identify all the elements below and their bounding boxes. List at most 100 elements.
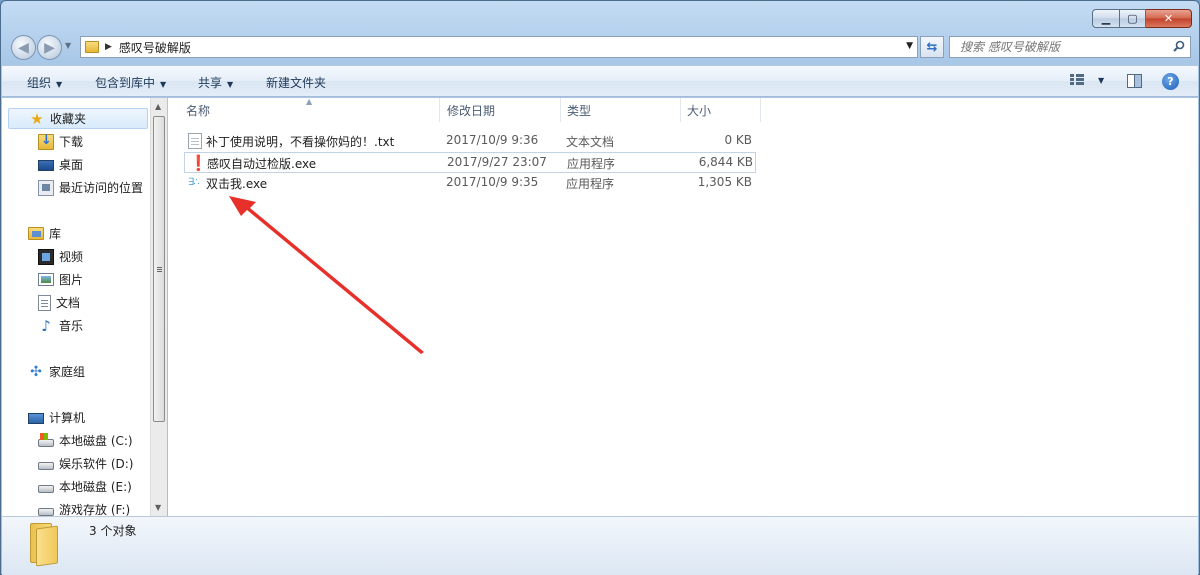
include-in-library-label: 包含到库中 [95, 76, 156, 90]
folder-icon [30, 523, 60, 567]
nav-downloads[interactable]: 下载 [38, 133, 83, 150]
file-type: 应用程序 [566, 177, 615, 191]
nav-documents-label: 文档 [56, 296, 81, 310]
change-view-button[interactable]: ▼ [1070, 74, 1104, 86]
forward-button[interactable]: ▶ [37, 35, 62, 60]
nav-computer[interactable]: 计算机 [28, 409, 85, 426]
scroll-up-icon[interactable]: ▲ [155, 102, 161, 111]
nav-homegroup-label: 家庭组 [49, 365, 86, 379]
column-header-name[interactable]: 名称 [180, 98, 440, 122]
nav-recent-label: 最近访问的位置 [59, 181, 144, 195]
status-bar: 3 个对象 [2, 516, 1198, 575]
file-date: 2017/9/27 23:07 [447, 155, 547, 169]
command-bar: 组织 ▼ 包含到库中 ▼ 共享 ▼ 新建文件夹 ▼ ? [2, 65, 1198, 97]
homegroup-icon: ✣ [30, 363, 42, 380]
application-icon: ∃∴ [188, 177, 200, 188]
address-bar[interactable]: ▶ 感叹号破解版 ▼ [80, 36, 918, 58]
nav-music-label: 音乐 [59, 319, 84, 333]
exclamation-icon: ❗ [189, 154, 208, 172]
column-header-type[interactable]: 类型 [561, 98, 681, 122]
chevron-down-icon: ▼ [227, 80, 234, 89]
file-name: 补丁使用说明，不看操你妈的！.txt [206, 135, 395, 149]
file-name: 感叹自动过检版.exe [207, 157, 317, 171]
column-header-date[interactable]: 修改日期 [441, 98, 561, 122]
arrow-right-icon: ▶ [44, 39, 55, 56]
arrow-left-icon: ◀ [18, 39, 29, 56]
grip-icon [157, 267, 162, 268]
table-row[interactable]: ∃∴ 双击我.exe 2017/10/9 9:35 应用程序 1,305 KB [184, 173, 756, 194]
star-icon: ★ [30, 109, 44, 128]
file-type: 文本文档 [566, 135, 615, 149]
caption-buttons: ▁ ▢ ✕ [1092, 9, 1192, 28]
file-date: 2017/10/9 9:35 [446, 175, 539, 189]
minimize-button[interactable]: ▁ [1092, 9, 1120, 28]
share-label: 共享 [198, 76, 223, 90]
view-details-icon [1070, 74, 1084, 86]
file-name: 双击我.exe [206, 177, 268, 191]
nav-favorites[interactable]: ★ 收藏夹 [8, 108, 148, 129]
nav-drive-e[interactable]: 本地磁盘 (E:) [38, 478, 132, 495]
table-row[interactable]: 补丁使用说明，不看操你妈的！.txt 2017/10/9 9:36 文本文档 0… [184, 131, 756, 152]
column-header-size[interactable]: 大小 [681, 98, 761, 122]
recent-pages-dropdown[interactable]: ▼ [65, 41, 71, 50]
recent-places-icon [38, 179, 54, 196]
address-dropdown-icon[interactable]: ▼ [906, 41, 913, 51]
nav-drive-d[interactable]: 娱乐软件 (D:) [38, 455, 133, 472]
nav-homegroup[interactable]: ✣ 家庭组 [28, 363, 85, 380]
drive-icon [38, 462, 54, 470]
nav-documents[interactable]: 文档 [38, 294, 80, 311]
nav-pictures[interactable]: 图片 [38, 271, 83, 288]
file-list: ▲ 名称 修改日期 类型 大小 补丁使用说明，不看操你妈的！.txt 2017/… [168, 97, 1198, 516]
search-input[interactable] [960, 40, 1160, 54]
nav-libraries[interactable]: 库 [28, 225, 61, 242]
search-box[interactable] [949, 36, 1191, 58]
desktop-icon [38, 160, 54, 171]
maximize-button[interactable]: ▢ [1120, 9, 1146, 28]
organize-menu[interactable]: 组织 ▼ [27, 74, 62, 91]
libraries-icon [28, 227, 44, 240]
organize-label: 组织 [27, 76, 52, 90]
nav-libraries-label: 库 [49, 227, 62, 241]
nav-drive-f[interactable]: 游戏存放 (F:) [38, 501, 130, 516]
drive-icon [38, 485, 54, 493]
nav-drive-label: 本地磁盘 (E:) [59, 480, 132, 494]
include-in-library-menu[interactable]: 包含到库中 ▼ [95, 74, 166, 91]
drive-icon [38, 508, 54, 516]
nav-videos[interactable]: 视频 [38, 248, 83, 265]
breadcrumb-current[interactable]: 感叹号破解版 [119, 39, 191, 56]
folder-icon [85, 41, 99, 53]
nav-desktop-label: 桌面 [59, 158, 84, 172]
nav-drive-c[interactable]: 本地磁盘 (C:) [38, 432, 133, 449]
new-folder-button[interactable]: 新建文件夹 [266, 74, 326, 91]
file-size: 6,844 KB [698, 155, 753, 169]
help-icon[interactable]: ? [1162, 73, 1179, 90]
preview-pane-icon[interactable] [1127, 74, 1142, 88]
chevron-down-icon[interactable]: ▼ [1098, 76, 1104, 85]
music-icon: ♪ [41, 316, 51, 335]
close-button[interactable]: ✕ [1146, 9, 1192, 28]
file-size: 0 KB [724, 133, 752, 147]
chevron-down-icon: ▼ [160, 80, 167, 89]
text-file-icon [188, 133, 202, 149]
share-menu[interactable]: 共享 ▼ [198, 74, 233, 91]
nav-computer-label: 计算机 [49, 411, 86, 425]
scroll-down-icon[interactable]: ▼ [155, 503, 161, 512]
nav-music[interactable]: ♪ 音乐 [38, 317, 83, 334]
nav-pictures-label: 图片 [59, 273, 84, 287]
search-icon[interactable] [1173, 40, 1185, 52]
explorer-window: ▁ ▢ ✕ ◀ ▶ ▼ ▶ 感叹号破解版 ▼ ⇆ 组织 ▼ 包含到库中 ▼ 共享 ▼ … [0, 0, 1200, 575]
refresh-button[interactable]: ⇆ [920, 36, 944, 58]
scrollbar-thumb[interactable] [153, 116, 165, 422]
nav-recent-places[interactable]: 最近访问的位置 [38, 179, 143, 196]
table-row[interactable]: ❗ 感叹自动过检版.exe 2017/9/27 23:07 应用程序 6,844… [184, 152, 756, 173]
video-icon [38, 248, 54, 265]
downloads-icon [38, 133, 54, 150]
back-button[interactable]: ◀ [11, 35, 36, 60]
documents-icon [38, 294, 51, 311]
nav-videos-label: 视频 [59, 250, 84, 264]
breadcrumb-separator-icon[interactable]: ▶ [105, 42, 112, 52]
nav-desktop[interactable]: 桌面 [38, 156, 83, 173]
navigation-scrollbar[interactable]: ▲ ▼ [150, 98, 167, 516]
nav-drive-label: 本地磁盘 (C:) [59, 434, 133, 448]
refresh-icon: ⇆ [926, 39, 938, 55]
